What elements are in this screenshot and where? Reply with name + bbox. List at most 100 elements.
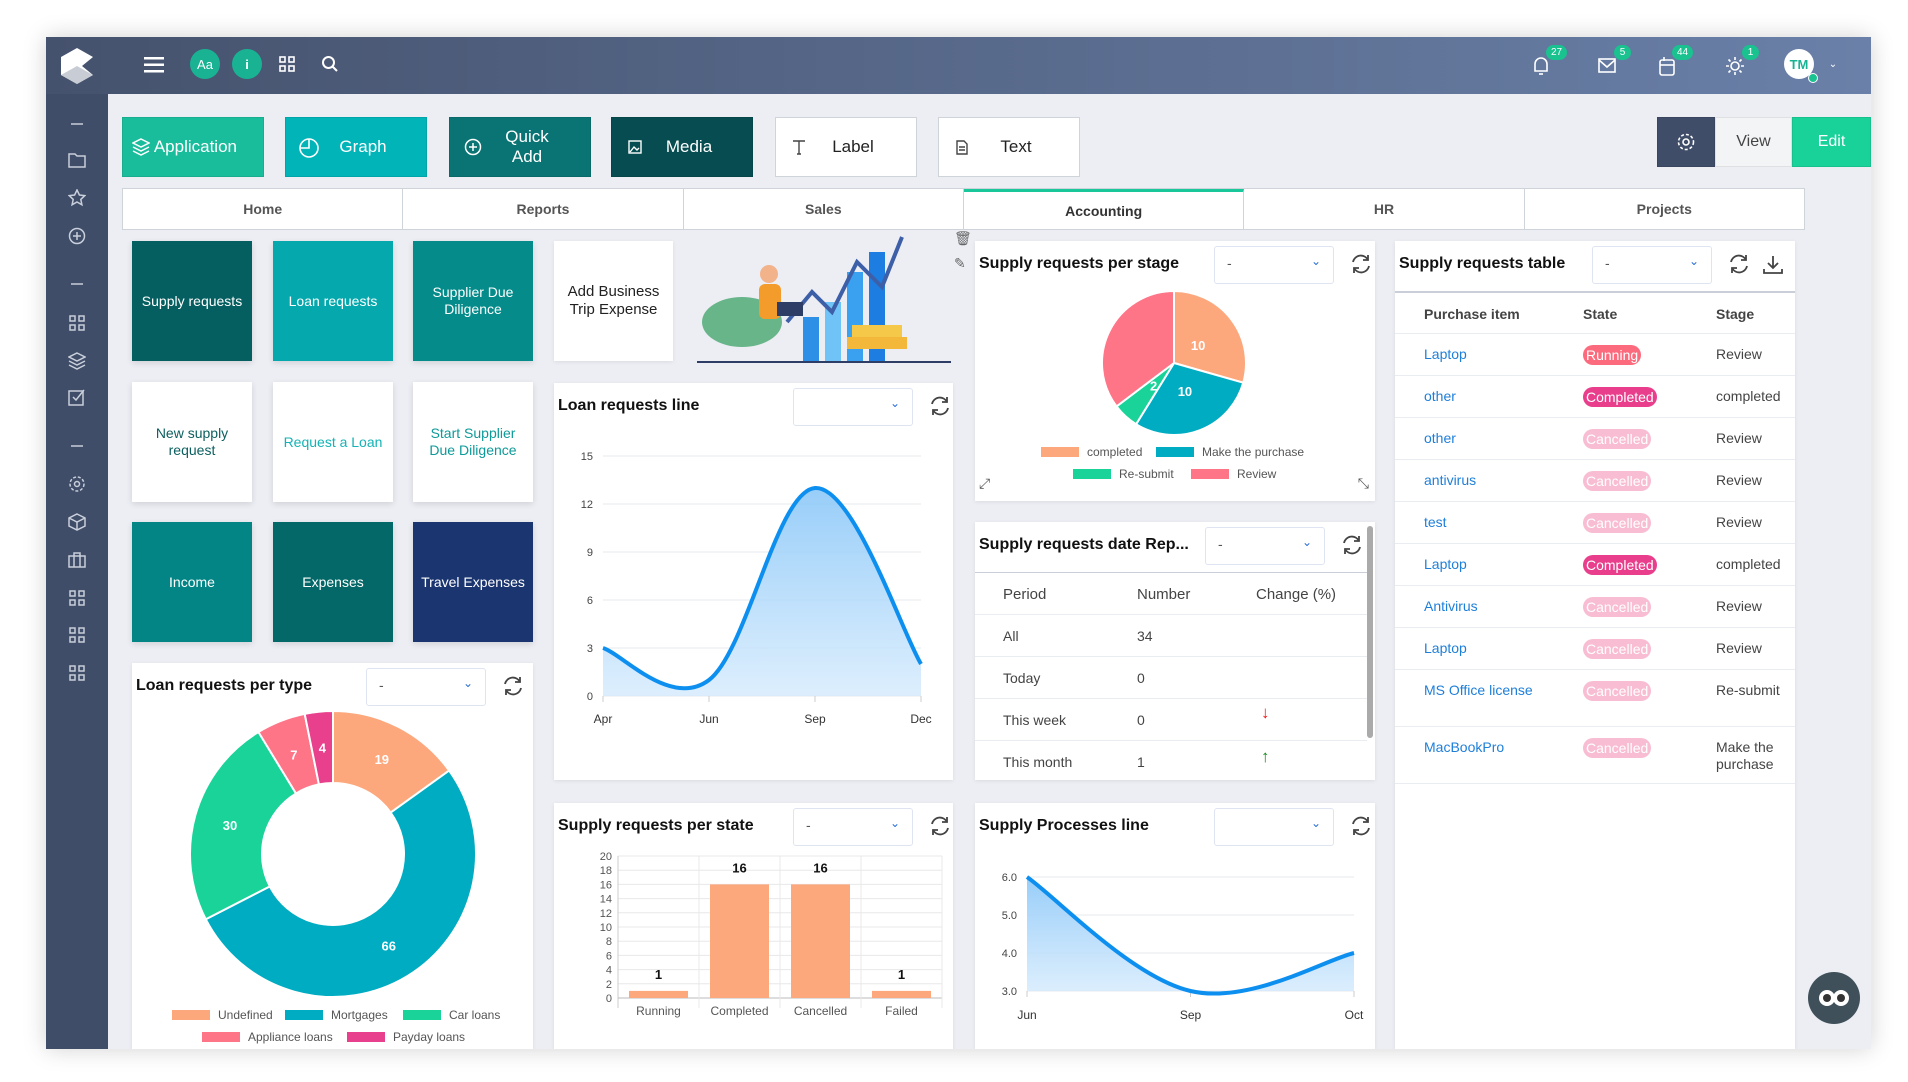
y-tick-label: 6.0 (1002, 872, 1017, 884)
table-row[interactable]: test Cancelled Review (1395, 501, 1795, 543)
collapse-icon[interactable] (65, 434, 89, 458)
tab-home[interactable]: Home (123, 189, 404, 229)
table-row[interactable]: other Completed completed (1395, 375, 1795, 417)
grid-icon[interactable] (65, 586, 89, 610)
add-business-trip-expense-tile[interactable]: Add Business Trip Expense (554, 241, 673, 361)
scrollbar[interactable] (1367, 526, 1373, 738)
purchase-item-link[interactable]: Antivirus (1424, 598, 1544, 615)
legend-swatch (202, 1032, 240, 1042)
table-row[interactable]: MacBookPro Cancelled Make the purchase (1395, 726, 1795, 783)
legend-label[interactable]: Undefined (218, 1008, 273, 1022)
view-button[interactable]: View (1715, 117, 1792, 167)
toolbar-text-button[interactable]: Text (938, 117, 1080, 177)
grid-icon[interactable] (65, 311, 89, 335)
tile-request-a-loan[interactable]: Request a Loan (273, 382, 393, 502)
star-icon[interactable] (65, 186, 89, 210)
logo-icon[interactable] (58, 47, 96, 85)
info-icon[interactable]: i (232, 49, 262, 79)
resize-icon[interactable]: ⤡ (1358, 475, 1369, 492)
purchase-item-link[interactable]: Laptop (1424, 556, 1544, 573)
state-badge: Running (1583, 345, 1642, 365)
toolbar-label-button[interactable]: Label (775, 117, 917, 177)
tile-travel-expenses[interactable]: Travel Expenses (413, 522, 533, 642)
purchase-item-link[interactable]: other (1424, 388, 1544, 405)
edit-button[interactable]: Edit (1792, 117, 1871, 167)
legend-label[interactable]: completed (1087, 445, 1142, 459)
purchase-item-link[interactable]: Laptop (1424, 640, 1544, 657)
purchase-item-link[interactable]: test (1424, 514, 1544, 531)
table-row[interactable]: antivirus Cancelled Review (1395, 459, 1795, 501)
legend-label[interactable]: Make the purchase (1202, 445, 1304, 459)
tile-supplier-due-diligence[interactable]: Supplier Due Diligence (413, 241, 533, 361)
bar-cancelled[interactable] (791, 884, 850, 998)
legend-label[interactable]: Payday loans (393, 1030, 465, 1044)
tile-new-supply-request[interactable]: New supply request (132, 382, 252, 502)
column-header[interactable]: Stage (1716, 306, 1754, 322)
purchase-item-link[interactable]: other (1424, 430, 1544, 447)
settings-button[interactable] (1657, 117, 1715, 167)
qr-code-icon[interactable] (276, 53, 298, 75)
purchase-item-link[interactable]: antivirus (1424, 472, 1544, 489)
grid-icon[interactable] (65, 661, 89, 685)
tile-supply-requests[interactable]: Supply requests (132, 241, 252, 361)
purchase-item-link[interactable]: Laptop (1424, 346, 1544, 363)
tile-start-supplier-due-diligence[interactable]: Start Supplier Due Diligence (413, 382, 533, 502)
legend-label[interactable]: Mortgages (331, 1008, 388, 1022)
sun-icon[interactable] (1724, 54, 1746, 78)
purchase-item-link[interactable]: MS Office license (1424, 682, 1544, 699)
bar-completed[interactable] (710, 884, 769, 998)
tab-projects[interactable]: Projects (1525, 189, 1804, 229)
legend-label[interactable]: Re-submit (1119, 467, 1174, 481)
chatbot-owl-icon[interactable] (1808, 972, 1860, 1024)
legend-label[interactable]: Car loans (449, 1008, 500, 1022)
column-header[interactable]: State (1583, 306, 1617, 322)
filter-dropdown[interactable]: - ⌄ (1205, 527, 1325, 565)
tile-expenses[interactable]: Expenses (273, 522, 393, 642)
toolbar-media-button[interactable]: Media (611, 117, 753, 177)
toolbar-application-button[interactable]: Application (122, 117, 264, 177)
table-row[interactable]: Laptop Completed completed (1395, 543, 1795, 585)
box-icon[interactable] (65, 510, 89, 534)
menu-icon[interactable] (142, 53, 166, 77)
bar-running[interactable] (629, 990, 688, 998)
briefcase-icon[interactable] (65, 548, 89, 572)
bar-failed[interactable] (872, 990, 931, 998)
plus-circle-icon[interactable] (65, 224, 89, 248)
tab-reports[interactable]: Reports (403, 189, 684, 229)
edit-icon[interactable]: ✎ (954, 255, 966, 272)
table-row[interactable]: Antivirus Cancelled Review (1395, 585, 1795, 627)
toolbar-quick-add-button[interactable]: Quick Add (449, 117, 591, 177)
folder-icon[interactable] (65, 148, 89, 172)
expand-icon[interactable]: ⤢ (979, 475, 990, 492)
refresh-icon[interactable] (1728, 253, 1752, 277)
card-title: Supply requests table (1399, 255, 1566, 272)
mail-icon[interactable] (1596, 54, 1618, 78)
chevron-down-icon[interactable]: ⌄ (1826, 57, 1840, 71)
tab-hr[interactable]: HR (1244, 189, 1525, 229)
collapse-icon[interactable] (65, 112, 89, 136)
column-header[interactable]: Purchase item (1424, 306, 1520, 322)
delete-icon[interactable]: 🗑 (954, 230, 972, 247)
legend-label[interactable]: Appliance loans (248, 1030, 333, 1044)
tile-income[interactable]: Income (132, 522, 252, 642)
purchase-item-link[interactable]: MacBookPro (1424, 739, 1544, 756)
tab-accounting[interactable]: Accounting (963, 189, 1245, 229)
table-row[interactable]: MS Office license Cancelled Re-submit (1395, 669, 1795, 726)
toolbar-graph-button[interactable]: Graph (285, 117, 427, 177)
download-icon[interactable] (1763, 255, 1783, 280)
font-icon[interactable]: Aa (190, 49, 220, 79)
filter-dropdown[interactable]: - ⌄ (1592, 246, 1712, 284)
layers-icon[interactable] (65, 349, 89, 373)
table-row[interactable]: other Cancelled Review (1395, 417, 1795, 459)
checkbox-icon[interactable] (65, 385, 89, 409)
legend-label[interactable]: Review (1237, 467, 1277, 481)
collapse-icon[interactable] (65, 272, 89, 296)
grid-icon[interactable] (65, 623, 89, 647)
table-row[interactable]: Laptop Running Review (1395, 333, 1795, 375)
tile-loan-requests[interactable]: Loan requests (273, 241, 393, 361)
search-icon[interactable] (319, 53, 341, 75)
table-row[interactable]: Laptop Cancelled Review (1395, 627, 1795, 669)
tab-sales[interactable]: Sales (684, 189, 964, 229)
refresh-icon[interactable] (1341, 534, 1365, 558)
gear-icon[interactable] (65, 472, 89, 496)
